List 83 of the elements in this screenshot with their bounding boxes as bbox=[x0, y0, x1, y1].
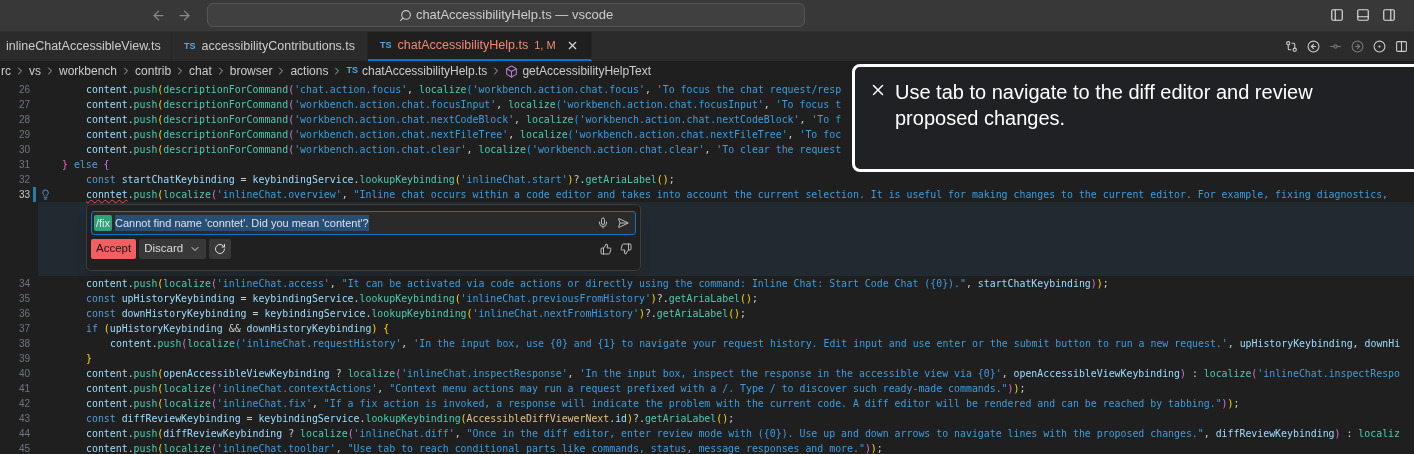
line-number: 36 bbox=[17, 307, 30, 321]
line-number: 31 bbox=[17, 158, 30, 172]
next-change-icon[interactable] bbox=[1351, 40, 1364, 53]
discard-button[interactable]: Discard bbox=[139, 239, 207, 259]
code-line: const startChatKeybinding = keybindingService.lookupKeybinding('inlineChat.start')?.getAriaLabel(); bbox=[86, 173, 675, 187]
line-number: 32 bbox=[17, 173, 30, 187]
line-number: 27 bbox=[17, 98, 30, 112]
breadcrumb-item[interactable]: actions bbox=[290, 62, 329, 80]
code-line: content.push(openAccessibleViewKeybinding ? localize('inlineChat.inspectResponse', 'In the input box, inspect the response in the accessible view via {0}', openAccessibleViewKeybinding) : localize('inlineChat.inspectRespo bbox=[86, 367, 1400, 381]
breadcrumb-item[interactable]: vs bbox=[29, 62, 41, 80]
tab-label: accessibilityContributions.ts bbox=[201, 38, 356, 56]
line-number: 28 bbox=[17, 113, 30, 127]
line-number: 30 bbox=[17, 143, 30, 157]
editor-tab[interactable]: TS chatAccessibilityHelp.ts 1, M bbox=[368, 32, 592, 61]
breadcrumb-item[interactable]: TS chatAccessibilityHelp.ts bbox=[346, 62, 488, 80]
prompt-text: Cannot find name 'conntet'. Did you mean 'content'? bbox=[115, 214, 369, 232]
code-line: conntet.push(localize('inlineChat.overview', "Inline chat occurs within a code editor and takes into account the current selection. It is useful for making changes to the current editor. For example, fixing diagnostics, bbox=[86, 188, 1389, 202]
refresh-icon bbox=[214, 243, 227, 255]
forward-arrow-icon[interactable] bbox=[177, 8, 192, 23]
compare-changes-icon[interactable] bbox=[1285, 40, 1298, 53]
panel-right-icon[interactable] bbox=[1382, 8, 1396, 22]
thumbs-down-icon[interactable] bbox=[620, 243, 632, 255]
breadcrumb-item[interactable]: contrib bbox=[135, 62, 172, 80]
typescript-file-label: TS bbox=[380, 38, 392, 52]
line-number: 37 bbox=[17, 322, 30, 336]
line-number: 39 bbox=[17, 352, 30, 366]
code-line: content.push(descriptionForCommand('workbench.action.chat.nextCodeBlock', localize('workbench.action.chat.nextCodeBlock', 'To f bbox=[86, 113, 842, 127]
window-title: chatAccessibilityHelp.ts — vscode bbox=[415, 6, 614, 25]
code-line: content.push(localize('inlineChat.access', "It can be activated via code actions or directly using the command: Inline Chat: Start Code Chat ({0}).", startChatKeybinding)); bbox=[86, 277, 1109, 291]
rerun-button[interactable] bbox=[209, 239, 232, 259]
line-number: 41 bbox=[17, 382, 30, 396]
send-icon[interactable] bbox=[617, 217, 629, 229]
breadcrumb-item[interactable]: getAccessibilityHelpText bbox=[505, 62, 652, 80]
line-number: 45 bbox=[17, 442, 30, 454]
previous-change-icon[interactable] bbox=[1307, 40, 1320, 53]
back-arrow-icon[interactable] bbox=[151, 8, 166, 23]
panel-left-icon[interactable] bbox=[1330, 8, 1344, 22]
panel-bottom-icon[interactable] bbox=[1356, 8, 1370, 22]
typescript-file-label: TS bbox=[184, 39, 196, 53]
code-line: const upHistoryKeybinding = keybindingService.lookupKeybinding('inlineChat.previousFromHistory')?.getAriaLabel(); bbox=[86, 292, 758, 306]
search-icon bbox=[398, 8, 412, 22]
line-number: 33 bbox=[17, 188, 30, 202]
breadcrumb-item[interactable]: browser bbox=[229, 62, 273, 80]
code-line: content.push(localize('inlineChat.fix', "If a fix action is invoked, a response will indicate the problem with the current code. A diff editor will be rendered and can be reached by tabbing.")); bbox=[86, 397, 1240, 411]
breadcrumb-item[interactable]: chat bbox=[189, 62, 212, 80]
split-editor-icon[interactable] bbox=[1395, 40, 1408, 53]
line-number: 35 bbox=[17, 292, 30, 306]
line-number: 34 bbox=[17, 277, 30, 291]
tab-label: chatAccessibilityHelp.ts bbox=[397, 37, 529, 55]
code-line: const diffReviewKeybinding = keybindingService.lookupKeybinding(AccessibleDiffViewerNext.id)?.getAriaLabel(); bbox=[86, 412, 735, 426]
tab-status: 1, M bbox=[534, 38, 556, 54]
line-number: 42 bbox=[17, 397, 30, 411]
breadcrumb-item[interactable]: rc bbox=[1, 62, 11, 80]
microphone-icon[interactable] bbox=[597, 217, 609, 229]
code-line: if (upHistoryKeybinding && downHistoryKeybinding) { bbox=[86, 322, 390, 336]
code-line: } bbox=[86, 352, 92, 366]
cube-icon bbox=[505, 64, 519, 78]
code-line: content.push(diffReviewKeybinding ? localize('inlineChat.diff', "Once in the diff editor, enter review mode with ({0}). Use up and down arrows to navigate lines with the proposed changes.", diffReviewKeybinding) : localiz bbox=[86, 427, 1400, 441]
slash-command: /fix bbox=[94, 214, 113, 232]
code-line: content.push(localize('inlineChat.toolbar', "Use tab to reach conditional parts like commands, status, message responses and more.")); bbox=[86, 442, 883, 454]
line-number: 40 bbox=[17, 367, 30, 381]
code-line: content.push(descriptionForCommand('workbench.action.chat.clear', localize('workbench.action.chat.clear', 'To clear the request bbox=[86, 143, 842, 157]
chat-input-field[interactable]: /fix Cannot find name 'conntet'. Did you mean 'content'? bbox=[91, 211, 636, 235]
code-line: content.push(localize('inlineChat.contextActions', "Context menu actions may run a request prefixed with a /. Type / to discover such ready-made commands.")); bbox=[86, 382, 1026, 396]
breadcrumb-item[interactable]: workbench bbox=[59, 62, 118, 80]
code-line: content.push(descriptionForCommand('workbench.action.chat.focusInput', localize('workbench.action.chat.focusInput', 'To focus t bbox=[86, 98, 842, 112]
code-line: } else { bbox=[62, 158, 110, 172]
code-line: content.push(descriptionForCommand('workbench.action.chat.nextFileTree', localize('workbench.action.chat.nextFileTree', 'To foc bbox=[86, 128, 842, 142]
code-line: const downHistoryKeybinding = keybindingService.lookupKeybinding('inlineChat.nextFromHistory')?.getAriaLabel(); bbox=[86, 307, 746, 321]
code-line: content.push(descriptionForCommand('chat.action.focus', localize('workbench.action.chat.focus', 'To focus the chat request/resp bbox=[86, 83, 842, 97]
line-number: 43 bbox=[17, 412, 30, 426]
line-number: 44 bbox=[17, 427, 30, 441]
line-number: 29 bbox=[17, 128, 30, 142]
accept-button[interactable]: Accept bbox=[91, 239, 137, 259]
line-number: 38 bbox=[17, 337, 30, 351]
notification-message: Use tab to navigate to the diff editor and review proposed changes. bbox=[895, 80, 1314, 131]
line-number: 26 bbox=[17, 83, 30, 97]
thumbs-up-icon[interactable] bbox=[600, 243, 612, 255]
code-line: content.push(localize('inlineChat.requestHistory', 'In the input box, use {0} and {1} to navigate your request history. Edit input and use enter or the submit button to run a new request.', upHistoryKeybinding, downHi bbox=[110, 337, 1401, 351]
editor-tab[interactable]: inlineChatAccessibleView.ts bbox=[0, 32, 172, 61]
tab-label: inlineChatAccessibleView.ts bbox=[6, 38, 161, 56]
lightbulb-icon[interactable] bbox=[40, 189, 51, 200]
command-center-search[interactable]: chatAccessibilityHelp.ts — vscode bbox=[207, 3, 805, 27]
